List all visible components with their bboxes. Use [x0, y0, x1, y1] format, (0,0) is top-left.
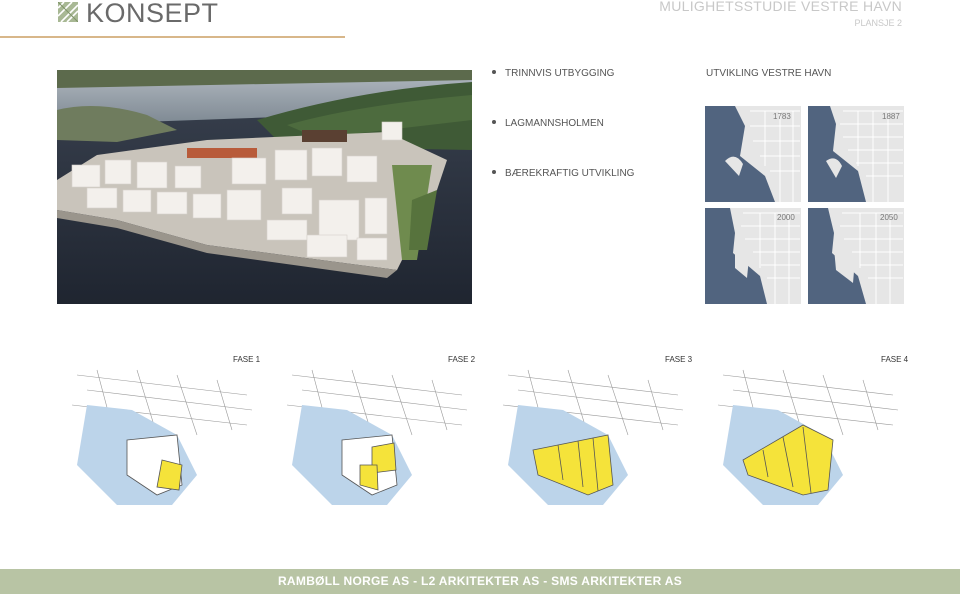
- bullet-dot-icon: [492, 120, 496, 125]
- bullet-dot-icon: [492, 170, 496, 175]
- page-title: KONSEPT: [86, 0, 219, 28]
- phase-4-diagram: [717, 369, 899, 505]
- map-2050: [808, 208, 904, 304]
- map-year-label: 2000: [777, 213, 795, 222]
- phase-3-diagram: [502, 369, 684, 505]
- logo-icon: [58, 2, 78, 22]
- concept-bullet-list: TRINNVIS UTBYGGING LAGMANNSHOLMEN BÆREKR…: [492, 68, 634, 218]
- footer-credits: RAMBØLL NORGE AS - L2 ARKITEKTER AS - SM…: [277, 574, 683, 588]
- phase-label: FASE 1: [233, 355, 261, 364]
- bullet-label: BÆREKRAFTIG UTVIKLING: [505, 168, 635, 179]
- bullet-label: LAGMANNSHOLMEN: [505, 118, 604, 129]
- aerial-rendering: [57, 70, 472, 304]
- bullet-dot-icon: [492, 70, 496, 75]
- project-title: MULIGHETSSTUDIE VESTRE HAVN: [659, 0, 902, 14]
- sheet-number: PLANSJE 2: [854, 18, 902, 28]
- map-2000: [705, 208, 801, 304]
- bullet-item: BÆREKRAFTIG UTVIKLING: [492, 168, 634, 218]
- phase-2-diagram: [286, 369, 468, 505]
- map-year-label: 1887: [882, 112, 900, 121]
- phase-label: FASE 2: [448, 355, 476, 364]
- bullet-item: LAGMANNSHOLMEN: [492, 118, 634, 168]
- footer-bar: RAMBØLL NORGE AS - L2 ARKITEKTER AS - SM…: [0, 569, 960, 594]
- map-year-label: 1783: [773, 112, 791, 121]
- phase-label: FASE 4: [881, 355, 909, 364]
- header-divider: [0, 36, 345, 38]
- phase-label: FASE 3: [665, 355, 693, 364]
- phase-1-diagram: [71, 369, 253, 505]
- map-year-label: 2050: [880, 213, 898, 222]
- bullet-item: TRINNVIS UTBYGGING: [492, 68, 634, 118]
- development-title: UTVIKLING VESTRE HAVN: [706, 68, 832, 79]
- bullet-label: TRINNVIS UTBYGGING: [505, 68, 615, 79]
